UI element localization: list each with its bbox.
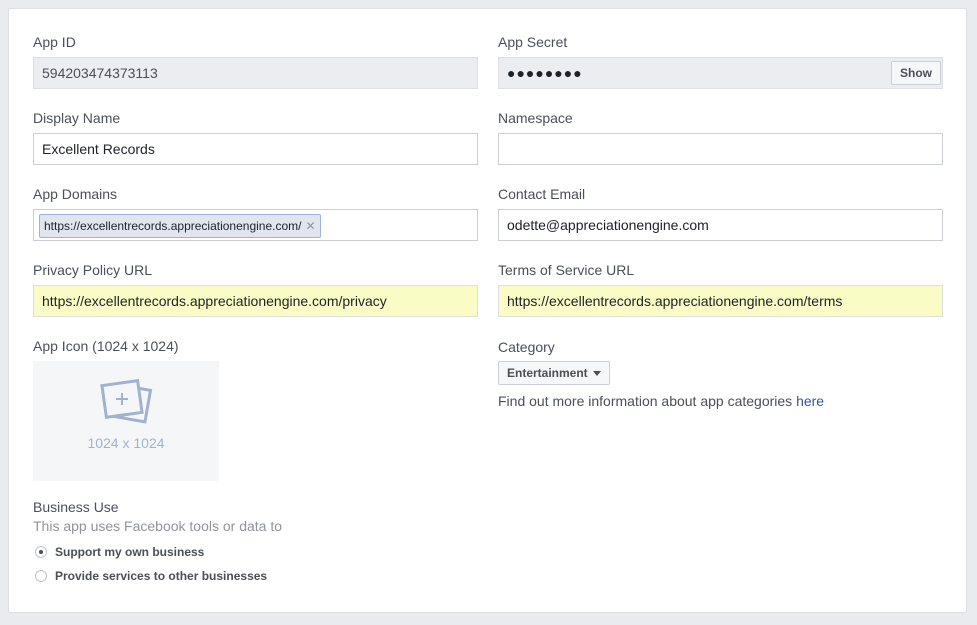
app-domains-input[interactable]: https://excellentrecords.appreciationeng…: [33, 209, 478, 241]
business-use-subtext: This app uses Facebook tools or data to: [33, 518, 283, 534]
category-help-link[interactable]: here: [796, 393, 824, 409]
app-secret-label: App Secret: [498, 34, 568, 50]
business-use-label: Business Use: [33, 499, 119, 515]
app-icon-label: App Icon (1024 x 1024): [33, 338, 179, 354]
namespace-label: Namespace: [498, 110, 573, 126]
category-help-text: Find out more information about app cate…: [498, 393, 797, 409]
category-dropdown[interactable]: Entertainment: [498, 361, 610, 385]
business-use-field: Business Use This app uses Facebook tool…: [33, 498, 478, 534]
app-icon-upload[interactable]: 1024 x 1024: [33, 361, 219, 481]
terms-of-service-label: Terms of Service URL: [498, 262, 635, 278]
caret-down-icon: [592, 371, 601, 377]
display-name-input[interactable]: Excellent Records: [33, 133, 478, 165]
category-field: Category Entertainment Find out more inf…: [498, 338, 943, 409]
terms-of-service-input[interactable]: https://excellentrecords.appreciationeng…: [498, 285, 943, 317]
remove-token-icon[interactable]: ✕: [305, 219, 315, 233]
domain-token-text: https://excellentrecords.appreciationeng…: [44, 219, 302, 233]
radio-support-own-business[interactable]: Support my own business: [35, 544, 204, 560]
app-secret-input[interactable]: ●●●●●●●● Show: [498, 57, 943, 89]
app-id-field: App ID 594203474373113: [33, 33, 478, 89]
radio-unchecked-icon[interactable]: [35, 570, 47, 582]
add-image-icon: [100, 379, 153, 424]
privacy-policy-field: Privacy Policy URL https://excellentreco…: [33, 261, 478, 317]
radio-label-provide-services: Provide services to other businesses: [55, 569, 268, 583]
category-help: Find out more information about app cate…: [498, 393, 943, 409]
namespace-input[interactable]: [498, 133, 943, 165]
display-name-field: Display Name Excellent Records: [33, 109, 478, 165]
app-icon-dimensions: 1024 x 1024: [87, 435, 165, 451]
category-selected: Entertainment: [507, 366, 588, 380]
contact-email-input[interactable]: odette@appreciationengine.com: [498, 209, 943, 241]
radio-label-own-business: Support my own business: [55, 545, 205, 559]
app-id-label: App ID: [33, 34, 76, 50]
app-secret-field: App Secret ●●●●●●●● Show: [498, 33, 943, 89]
app-domains-field: App Domains https://excellentrecords.app…: [33, 185, 478, 241]
app-secret-value: ●●●●●●●●: [507, 65, 583, 81]
app-id-input[interactable]: 594203474373113: [33, 57, 478, 89]
app-settings-panel: App ID 594203474373113 App Secret ●●●●●●…: [8, 8, 967, 613]
privacy-policy-label: Privacy Policy URL: [33, 262, 153, 278]
display-name-label: Display Name: [33, 110, 121, 126]
domain-token: https://excellentrecords.appreciationeng…: [39, 214, 321, 238]
app-domains-label: App Domains: [33, 186, 118, 202]
contact-email-field: Contact Email odette@appreciationengine.…: [498, 185, 943, 241]
contact-email-label: Contact Email: [498, 186, 586, 202]
privacy-policy-input[interactable]: https://excellentrecords.appreciationeng…: [33, 285, 478, 317]
terms-of-service-field: Terms of Service URL https://excellentre…: [498, 261, 943, 317]
category-label: Category: [498, 339, 555, 355]
namespace-field: Namespace: [498, 109, 943, 165]
app-icon-field: App Icon (1024 x 1024) 1024 x 1024: [33, 337, 478, 481]
radio-provide-services[interactable]: Provide services to other businesses: [35, 568, 267, 584]
show-secret-button[interactable]: Show: [891, 61, 941, 85]
radio-checked-icon[interactable]: [35, 546, 47, 558]
